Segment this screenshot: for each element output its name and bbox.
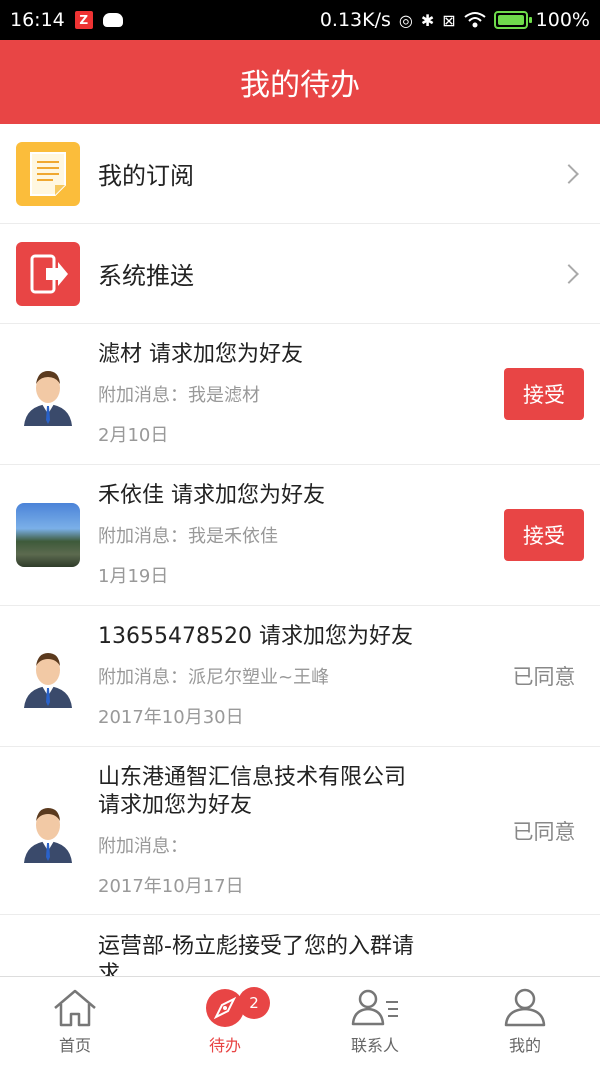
accept-button[interactable]: 接受: [504, 368, 584, 420]
friend-request-item[interactable]: 滤材 请求加您为好友 附加消息：我是滤材 2月10日 接受: [0, 324, 600, 465]
avatar-icon: [24, 807, 72, 863]
tab-contacts[interactable]: 联系人: [300, 977, 450, 1067]
request-title: 滤材 请求加您为好友: [98, 342, 303, 367]
request-date: 2017年10月30日: [98, 707, 244, 728]
home-icon: [54, 989, 96, 1027]
request-message: 附加消息：: [98, 835, 188, 857]
network-speed: 0.13K/s: [319, 9, 391, 31]
phone-exit-icon: [16, 241, 80, 306]
request-message: 附加消息：派尼尔塑业~王峰: [98, 667, 330, 688]
page-title: 我的待办: [240, 68, 360, 103]
friend-request-item[interactable]: 禾依佳 请求加您为好友 附加消息：我是禾依佳 1月19日 接受: [0, 465, 600, 606]
avatar-photo: [16, 503, 80, 567]
tab-me[interactable]: 我的: [450, 977, 600, 1067]
nav-item-system-push[interactable]: 系统推送: [0, 224, 600, 324]
status-bar: 16:14 Z 0.13K/s ◎ ✱ ⊠ 100%: [0, 0, 600, 40]
tab-label: 待办: [208, 1036, 241, 1055]
group-notice-item[interactable]: 运营部-杨立彪接受了您的入群请 求: [0, 915, 600, 976]
tab-home[interactable]: 首页: [0, 977, 150, 1067]
android-notification-icon: [102, 13, 123, 27]
todo-list: 我的订阅 系统推送 滤材 请求加您为好友 附加消息：我是滤材 2月10日 接受: [0, 124, 600, 976]
request-title-line2: 请求加您为好友: [98, 792, 253, 818]
request-date: 1月19日: [98, 566, 169, 587]
nav-label: 我的订阅: [98, 162, 194, 190]
no-sim-icon: ⊠: [442, 10, 456, 30]
request-title: 山东港通智汇信息技术有限公司: [98, 764, 407, 790]
friend-request-item[interactable]: 山东港通智汇信息技术有限公司 请求加您为好友 附加消息： 2017年10月17日…: [0, 747, 600, 915]
bottom-tab-bar: 首页 待办 2 联系人 我的: [0, 976, 600, 1067]
notice-title-line2: 求: [98, 962, 121, 976]
accept-button[interactable]: 接受: [504, 509, 584, 561]
title-bar: 我的待办: [0, 40, 600, 124]
battery-icon: [493, 11, 532, 29]
tab-todo[interactable]: 待办 2: [150, 977, 300, 1067]
app-notification-icon: Z: [74, 11, 93, 29]
status-time: 16:14: [10, 9, 65, 31]
nav-label: 系统推送: [98, 262, 194, 290]
request-message: 附加消息：我是禾依佳: [98, 526, 278, 547]
avatar-icon: [24, 653, 72, 708]
battery-percent: 100%: [535, 9, 590, 31]
wifi-icon: [464, 12, 486, 28]
nav-item-subscriptions[interactable]: 我的订阅: [0, 124, 600, 224]
request-title: 禾依佳 请求加您为好友: [98, 483, 325, 508]
notification-badge: 2: [238, 987, 270, 1019]
chevron-right-icon: [559, 263, 579, 284]
request-message: 附加消息：我是滤材: [98, 385, 260, 406]
agreed-status: 已同意: [512, 819, 576, 844]
notice-title: 运营部-杨立彪接受了您的入群请: [98, 934, 414, 959]
chevron-right-icon: [559, 163, 579, 184]
tab-label: 我的: [508, 1036, 541, 1055]
request-title: 13655478520 请求加您为好友: [98, 624, 413, 649]
document-icon: [16, 141, 80, 206]
hotspot-icon: ◎: [398, 10, 413, 30]
tab-label: 联系人: [350, 1036, 399, 1055]
avatar-icon: [24, 371, 72, 426]
avatar-placeholder: [16, 933, 80, 976]
contacts-icon: [351, 989, 398, 1026]
bluetooth-icon: ✱: [420, 10, 435, 30]
user-icon: [504, 988, 546, 1027]
friend-request-item[interactable]: 13655478520 请求加您为好友 附加消息：派尼尔塑业~王峰 2017年1…: [0, 606, 600, 747]
request-date: 2月10日: [98, 425, 169, 446]
request-date: 2017年10月17日: [98, 875, 244, 897]
agreed-status: 已同意: [512, 665, 576, 689]
tab-label: 首页: [58, 1036, 91, 1055]
